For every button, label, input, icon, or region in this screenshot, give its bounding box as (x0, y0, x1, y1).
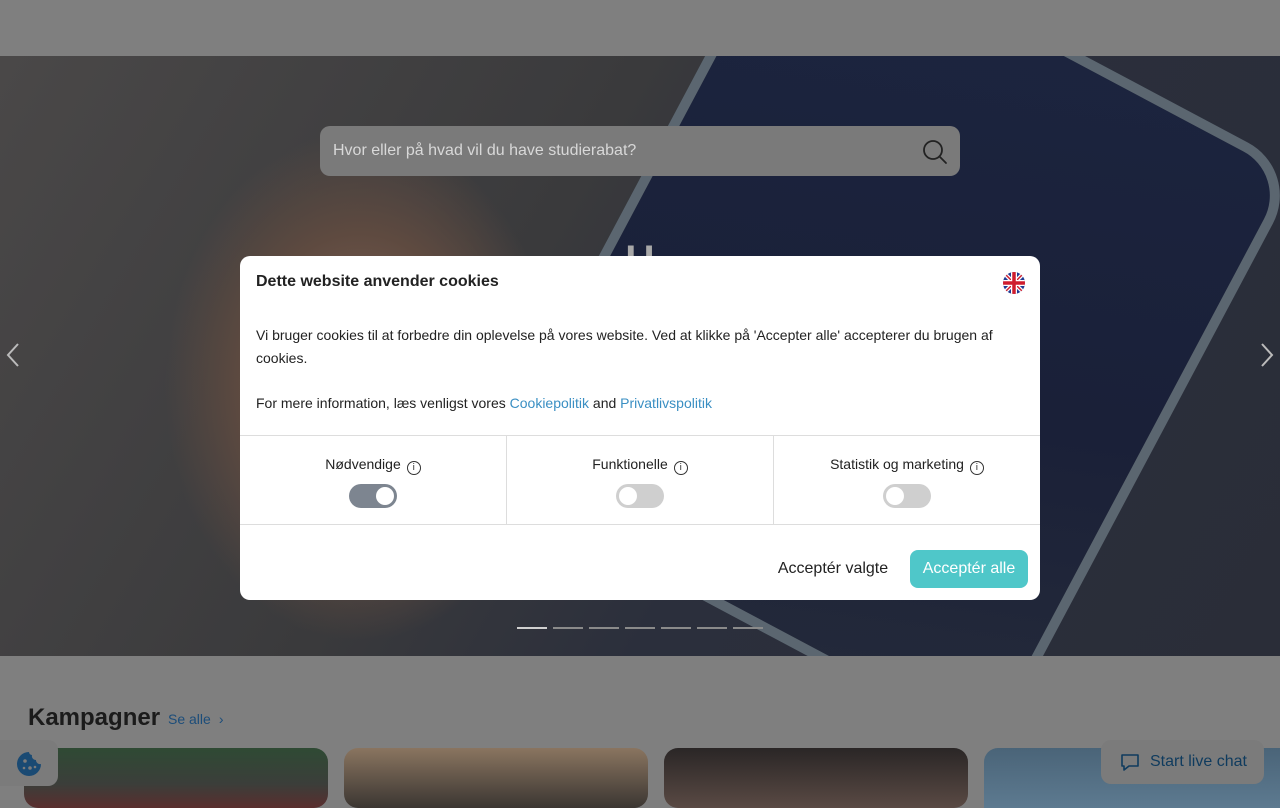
carousel-dot[interactable] (733, 627, 763, 629)
category-necessary: Nødvendige i (240, 436, 507, 524)
accept-all-button[interactable]: Acceptér alle (910, 550, 1028, 588)
toggle-knob (886, 487, 904, 505)
campaign-card[interactable] (24, 748, 328, 808)
see-all-label: Se alle (168, 711, 211, 727)
search-icon[interactable] (922, 139, 948, 165)
category-label: Nødvendige i (240, 456, 506, 475)
cookie-policy-link[interactable]: Cookiepolitik (510, 395, 589, 411)
search-input[interactable] (320, 126, 900, 176)
carousel-dot[interactable] (517, 627, 547, 629)
category-name: Nødvendige (325, 456, 401, 472)
cookie-icon (17, 752, 41, 776)
and-text: and (589, 395, 621, 411)
site-header (0, 0, 1280, 56)
accept-selected-button[interactable]: Acceptér valgte (766, 550, 900, 588)
privacy-policy-link[interactable]: Privatlivspolitik (620, 395, 712, 411)
category-label: Funktionelle i (507, 456, 773, 475)
campaign-card[interactable] (344, 748, 648, 808)
info-icon[interactable]: i (673, 461, 688, 475)
carousel-dot[interactable] (661, 627, 691, 629)
toggle-knob (619, 487, 637, 505)
carousel-next-arrow[interactable] (1254, 340, 1278, 370)
toggle-knob (376, 487, 394, 505)
info-icon[interactable]: i (969, 461, 984, 475)
campaign-card[interactable] (664, 748, 968, 808)
chevron-right-icon: › (218, 711, 224, 727)
functional-toggle[interactable] (616, 484, 664, 508)
cookie-settings-button[interactable] (0, 740, 58, 786)
live-chat-label: Start live chat (1150, 753, 1247, 770)
chat-icon (1121, 754, 1139, 771)
category-name: Funktionelle (592, 456, 668, 472)
uk-flag-icon[interactable] (1003, 272, 1025, 294)
category-statistics-marketing: Statistik og marketing i (774, 436, 1040, 524)
category-functional: Funktionelle i (507, 436, 774, 524)
category-name: Statistik og marketing (830, 456, 964, 472)
cookie-intro-text: Vi bruger cookies til at forbedre din op… (256, 327, 993, 366)
campaigns-heading: Kampagner (28, 704, 161, 731)
cookie-categories: Nødvendige i Funktionelle i Statistik og m… (240, 435, 1040, 525)
carousel-indicators (517, 627, 763, 629)
carousel-dot[interactable] (625, 627, 655, 629)
more-info-prefix: For mere information, læs venligst vores (256, 395, 510, 411)
cookie-more-info: For mere information, læs venligst vores… (256, 395, 712, 411)
cookie-consent-dialog: Dette website anvender cookies Vi bruger… (240, 256, 1040, 600)
statistics-marketing-toggle[interactable] (883, 484, 931, 508)
live-chat-button[interactable]: Start live chat (1101, 740, 1264, 784)
search-bar (320, 126, 960, 176)
see-all-link[interactable]: Se alle › (168, 711, 223, 727)
category-label: Statistik og marketing i (774, 456, 1040, 475)
cookie-dialog-title: Dette website anvender cookies (256, 273, 499, 290)
necessary-toggle[interactable] (349, 484, 397, 508)
carousel-prev-arrow[interactable] (2, 340, 26, 370)
carousel-dot[interactable] (697, 627, 727, 629)
info-icon[interactable]: i (406, 461, 421, 475)
carousel-dot[interactable] (553, 627, 583, 629)
carousel-dot[interactable] (589, 627, 619, 629)
